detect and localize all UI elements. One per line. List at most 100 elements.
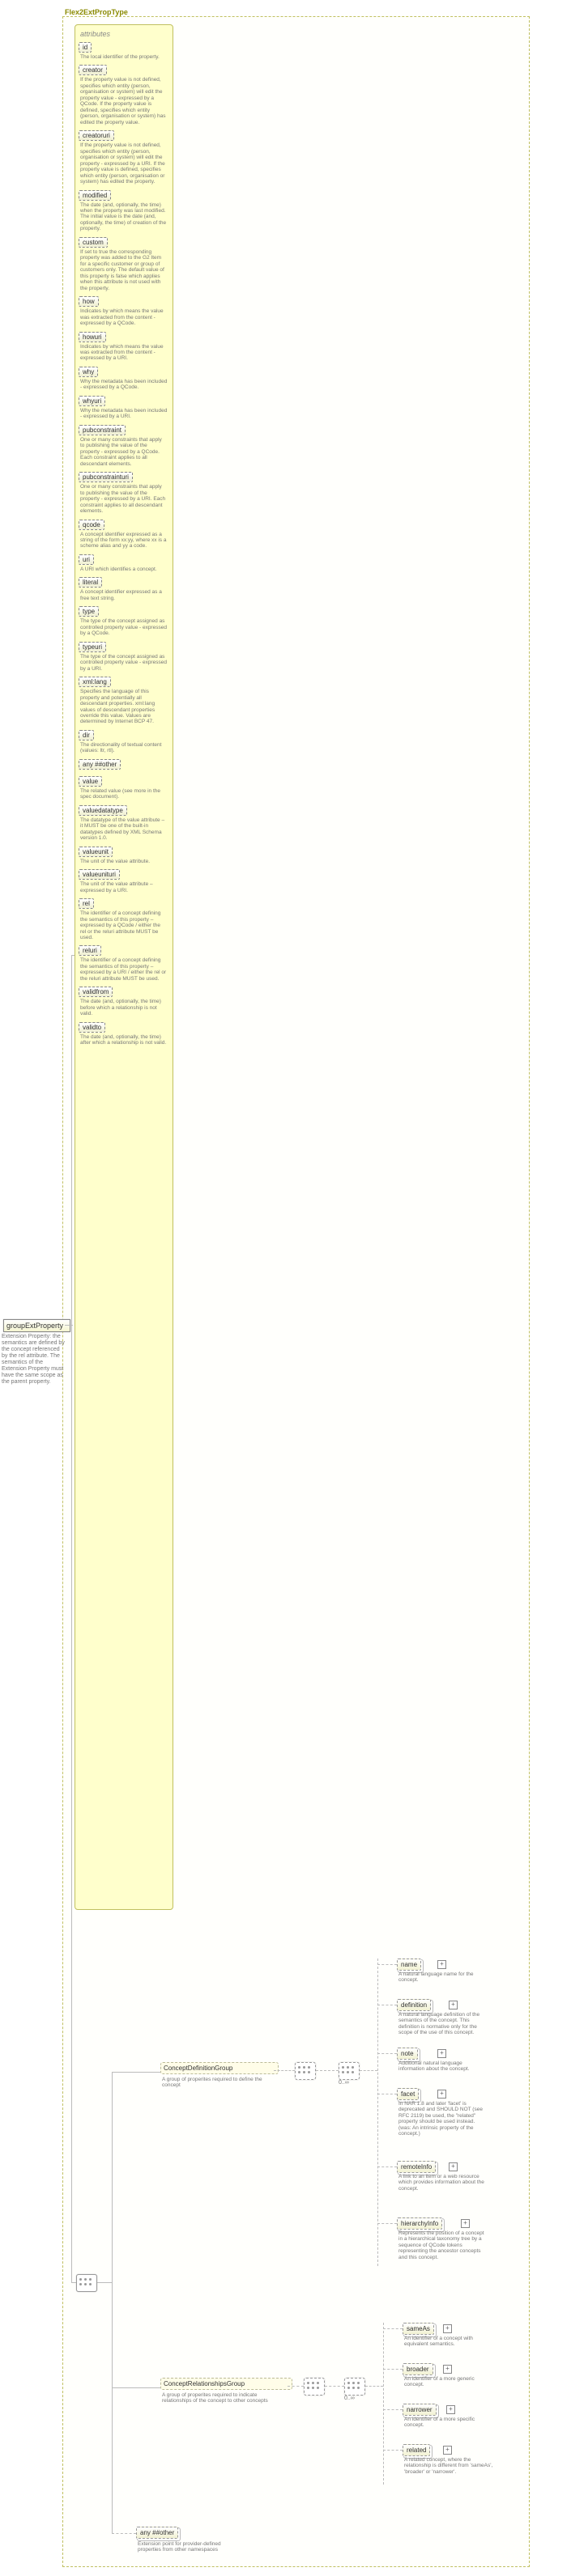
attribute-name: creator xyxy=(79,65,107,75)
attribute-reluri: reluriThe identifier of a concept defini… xyxy=(79,945,169,985)
attribute-creatoruri: creatoruriIf the property value is not d… xyxy=(79,130,169,188)
attribute-name: pubconstraint xyxy=(79,425,126,435)
attribute-value: valueThe related value (see more in the … xyxy=(79,776,169,804)
attribute-valueunituri: valueunituriThe unit of the value attrib… xyxy=(79,869,169,897)
expand-icon[interactable]: + xyxy=(449,2001,458,2009)
sequence-icon xyxy=(344,2378,365,2396)
expand-icon[interactable]: + xyxy=(437,2090,446,2099)
attribute-name: any ##other xyxy=(79,759,121,770)
expand-icon[interactable]: + xyxy=(437,2049,446,2058)
attribute-qcode: qcodeA concept identifier expressed as a… xyxy=(79,520,169,553)
attribute-desc: One or many constraints that apply to pu… xyxy=(79,482,169,517)
element-remoteInfo: remoteInfo xyxy=(397,2161,436,2173)
connector xyxy=(71,955,72,2282)
root-element: groupExtProperty xyxy=(3,1319,70,1332)
attribute-name: how xyxy=(79,296,99,307)
attribute-name: value xyxy=(79,776,102,787)
cdg-desc: A group of properites required to define… xyxy=(162,2077,274,2089)
connector xyxy=(383,2323,384,2485)
attribute-desc: The type of the concept assigned as cont… xyxy=(79,617,169,639)
attribute-uri: uriA URI which identifies a concept. xyxy=(79,554,169,575)
connector xyxy=(316,2070,339,2071)
sequence-icon xyxy=(295,2062,316,2080)
attribute-name: valueunit xyxy=(79,847,113,857)
element-related: related xyxy=(403,2444,430,2456)
attribute-desc: If the property value is not defined, sp… xyxy=(79,141,169,188)
expand-icon[interactable]: + xyxy=(437,1960,446,1969)
any-other-desc: Extension point for provider-defined pro… xyxy=(138,2541,243,2553)
attribute-name: literal xyxy=(79,577,102,588)
element-desc: An identifier of a concept with equivale… xyxy=(404,2336,493,2348)
attribute-desc: Why the metadata has been included - exp… xyxy=(79,406,169,423)
attribute-desc: The local identifier of the property. xyxy=(79,53,169,63)
connector xyxy=(112,2387,160,2388)
type-name: Flex2ExtPropType xyxy=(65,8,128,16)
expand-icon[interactable]: + xyxy=(443,2324,452,2333)
attribute-desc: The type of the concept assigned as cont… xyxy=(79,652,169,675)
element-desc: An identifier of a more generic concept. xyxy=(404,2376,493,2388)
attribute-desc: The directionality of textual content (v… xyxy=(79,741,169,758)
element-desc: In NAR 1.8 and later 'facet' is deprecat… xyxy=(398,2101,488,2137)
attribute-name: whyuri xyxy=(79,396,105,406)
expand-icon[interactable]: + xyxy=(446,2405,455,2414)
connector xyxy=(112,2072,160,2073)
attribute-desc: The date (and, optionally, the time) whe… xyxy=(79,201,169,236)
crg-title: ConceptRelationshipsGroup xyxy=(164,2380,289,2387)
expand-icon[interactable]: + xyxy=(449,2162,458,2171)
attribute-howuri: howuriIndicates by which means the value… xyxy=(79,332,169,365)
element-name: name xyxy=(397,1959,421,1971)
attribute-pubconstrainturi: pubconstrainturiOne or many constraints … xyxy=(79,472,169,517)
attribute-name: why xyxy=(79,367,98,377)
connector xyxy=(383,2450,403,2451)
connector xyxy=(112,2533,136,2534)
attribute-valuedatatype: valuedatatypeThe datatype of the value a… xyxy=(79,805,169,845)
attribute-desc xyxy=(79,770,169,774)
attribute-name: reluri xyxy=(79,945,101,956)
attribute-why: whyWhy the metadata has been included - … xyxy=(79,367,169,394)
connector xyxy=(288,2386,304,2387)
attribute-desc: The identifier of a concept defining the… xyxy=(79,956,169,985)
element-desc: A link to an item or a web resource whic… xyxy=(398,2174,488,2192)
attribute-desc: Indicates by which means the value was e… xyxy=(79,307,169,329)
connector xyxy=(97,2282,112,2283)
connector xyxy=(377,2223,397,2224)
connector xyxy=(383,2328,403,2329)
element-note: note xyxy=(397,2048,418,2060)
sequence-icon xyxy=(304,2378,325,2396)
element-desc: A natural language definition of the sem… xyxy=(398,2012,488,2036)
attribute-creator: creatorIf the property value is not defi… xyxy=(79,65,169,129)
attribute-pubconstraint: pubconstraintOne or many constraints tha… xyxy=(79,425,169,470)
any-other-element: any ##other xyxy=(136,2527,178,2539)
element-desc: A natural language name for the concept. xyxy=(398,1971,488,1984)
sequence-icon xyxy=(76,2274,97,2292)
expand-icon[interactable]: + xyxy=(461,2219,470,2228)
sequence-icon xyxy=(339,2062,360,2080)
attribute-name: valueunituri xyxy=(79,869,120,880)
attribute-desc: A concept identifier expressed as a stri… xyxy=(79,530,169,553)
attribute-desc: The identifier of a concept defining the… xyxy=(79,909,169,944)
attribute-name: howuri xyxy=(79,332,106,342)
attribute-name: validto xyxy=(79,1022,105,1033)
attribute-name: qcode xyxy=(79,520,104,530)
attribute-rel: relThe identifier of a concept defining … xyxy=(79,898,169,944)
expand-icon[interactable]: + xyxy=(443,2365,452,2374)
connector xyxy=(325,2386,344,2387)
element-desc: An identifier of a more specific concept… xyxy=(404,2417,493,2429)
attribute-validfrom: validfromThe date (and, optionally, the … xyxy=(79,987,169,1020)
element-hierarchyInfo: hierarchyInfo xyxy=(397,2217,442,2230)
connector xyxy=(360,2070,377,2071)
connector xyxy=(274,2070,295,2071)
expand-icon[interactable]: + xyxy=(443,2446,452,2455)
attribute-desc: A URI which identifies a concept. xyxy=(79,565,169,575)
attribute-modified: modifiedThe date (and, optionally, the t… xyxy=(79,190,169,236)
attribute-desc: The unit of the value attribute – expres… xyxy=(79,880,169,897)
attribute-how: howIndicates by which means the value wa… xyxy=(79,296,169,329)
attribute-desc: The datatype of the value attribute – it… xyxy=(79,816,169,845)
attribute-whyuri: whyuriWhy the metadata has been included… xyxy=(79,396,169,423)
attribute-name: type xyxy=(79,606,99,617)
attribute-desc: The date (and, optionally, the time) aft… xyxy=(79,1033,169,1050)
connector xyxy=(365,2386,383,2387)
attribute-xml-lang: xml:langSpecifies the language of this p… xyxy=(79,677,169,728)
attributes-label: attributes xyxy=(79,30,169,40)
attribute-type: typeThe type of the concept assigned as … xyxy=(79,606,169,639)
